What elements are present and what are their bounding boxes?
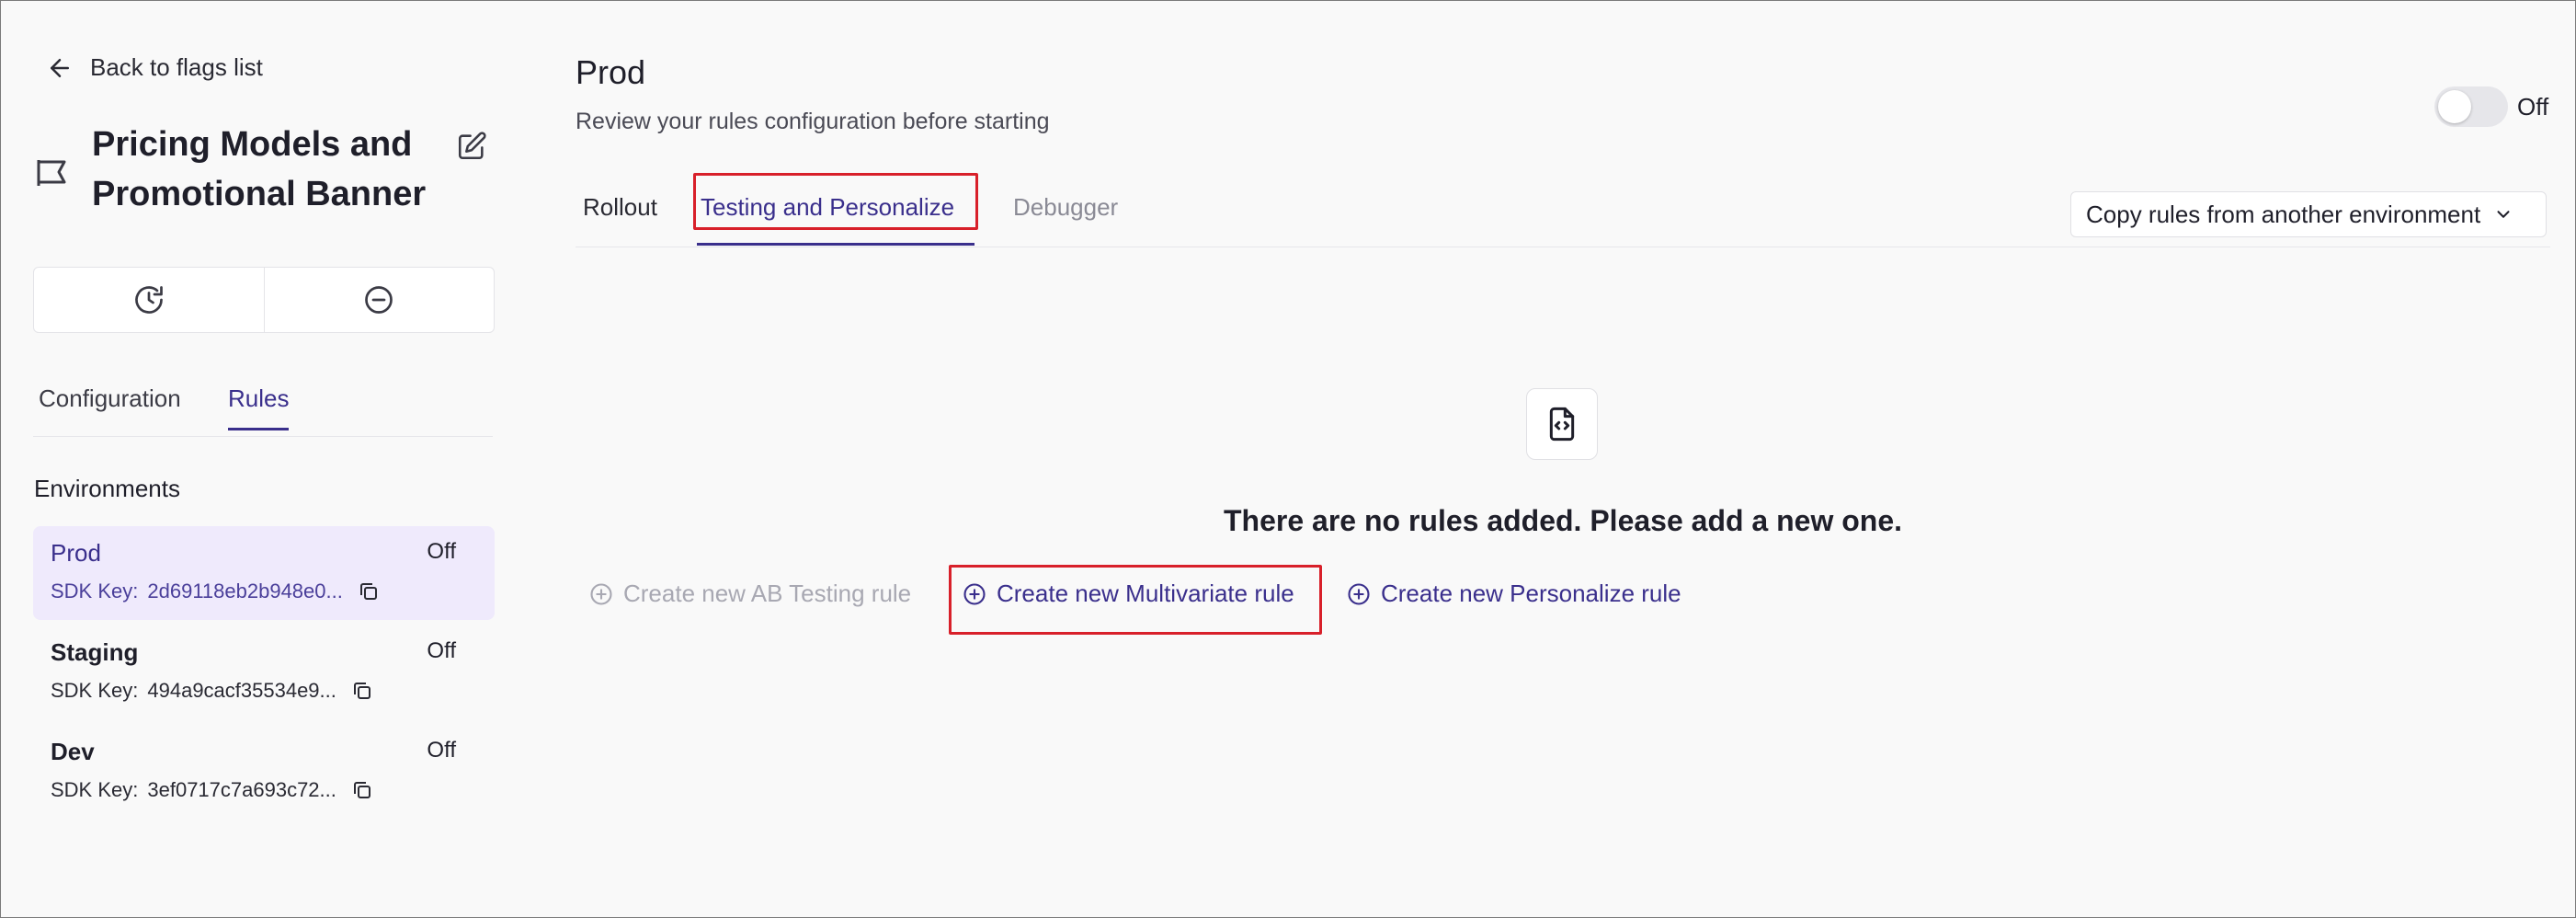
flag-actions [33, 267, 495, 333]
environment-status: Off [427, 638, 456, 663]
environment-item-dev[interactable]: Dev Off SDK Key: 3ef0717c7a693c72... [33, 725, 495, 819]
toggle-knob [2438, 90, 2471, 123]
tab-rollout[interactable]: Rollout [583, 193, 657, 222]
back-to-flags-link[interactable]: Back to flags list [46, 53, 263, 82]
environment-item-prod[interactable]: Prod Off SDK Key: 2d69118eb2b948e0... [33, 526, 495, 620]
tab-testing-and-personalize[interactable]: Testing and Personalize [693, 193, 954, 222]
environments-heading: Environments [34, 475, 180, 502]
copy-icon[interactable] [351, 779, 373, 801]
history-button[interactable] [34, 268, 264, 332]
sdk-key-value: 3ef0717c7a693c72... [147, 778, 336, 801]
environment-name: Dev [51, 738, 95, 765]
environment-name: Prod [51, 539, 101, 567]
toggle-label: Off [2517, 92, 2549, 120]
flag-title: Pricing Models and Promotional Banner [92, 125, 427, 213]
plus-circle-icon [962, 581, 987, 607]
environment-status: Off [427, 539, 456, 564]
active-tab-indicator [697, 243, 975, 246]
sdk-key: SDK Key: 494a9cacf35534e9... [51, 679, 373, 703]
rule-button-label: Create new Personalize rule [1381, 579, 1681, 607]
page-subtitle: Review your rules configuration before s… [576, 109, 1050, 134]
plus-circle-icon [1346, 581, 1372, 607]
environment-item-staging[interactable]: Staging Off SDK Key: 494a9cacf35534e9... [33, 625, 495, 719]
sdk-key-label: SDK Key: [51, 778, 139, 801]
toggle-switch[interactable] [2434, 86, 2508, 127]
disable-flag-button[interactable] [263, 268, 495, 332]
create-multivariate-rule-button[interactable]: Create new Multivariate rule [962, 579, 1294, 608]
page-title: Prod [576, 53, 646, 91]
create-ab-testing-rule-button[interactable]: Create new AB Testing rule [588, 579, 911, 608]
copy-rules-label: Copy rules from another environment [2086, 200, 2481, 228]
sidebar-tabs: Configuration Rules [33, 384, 493, 437]
sdk-key-value: 494a9cacf35534e9... [147, 679, 336, 702]
environment-name: Staging [51, 638, 139, 666]
create-personalize-rule-button[interactable]: Create new Personalize rule [1346, 579, 1681, 608]
sdk-key-label: SDK Key: [51, 679, 139, 702]
rule-button-label: Create new AB Testing rule [623, 579, 912, 607]
back-link-label: Back to flags list [90, 53, 263, 81]
environment-status: Off [427, 738, 456, 763]
arrow-left-icon [46, 54, 74, 82]
tab-rules[interactable]: Rules [228, 384, 290, 430]
copy-icon[interactable] [358, 580, 380, 602]
history-icon [132, 283, 165, 316]
file-code-icon [1544, 406, 1580, 442]
sdk-key: SDK Key: 3ef0717c7a693c72... [51, 778, 373, 802]
copy-icon[interactable] [351, 680, 373, 702]
sdk-key-value: 2d69118eb2b948e0... [147, 579, 343, 602]
copy-rules-dropdown[interactable]: Copy rules from another environment [2070, 191, 2547, 237]
tab-debugger[interactable]: Debugger [1013, 193, 1118, 222]
edit-icon[interactable] [456, 131, 487, 162]
chevron-down-icon [2493, 204, 2513, 224]
tab-configuration[interactable]: Configuration [39, 384, 181, 428]
sdk-key: SDK Key: 2d69118eb2b948e0... [51, 579, 380, 603]
empty-state-message: There are no rules added. Please add a n… [1223, 504, 1903, 537]
minus-circle-icon [362, 283, 395, 316]
flag-icon [35, 156, 68, 188]
sdk-key-label: SDK Key: [51, 579, 139, 602]
empty-state-icon [1526, 388, 1598, 460]
plus-circle-icon [588, 581, 614, 607]
environment-toggle[interactable]: Off [2434, 86, 2548, 127]
rule-button-label: Create new Multivariate rule [997, 579, 1294, 607]
